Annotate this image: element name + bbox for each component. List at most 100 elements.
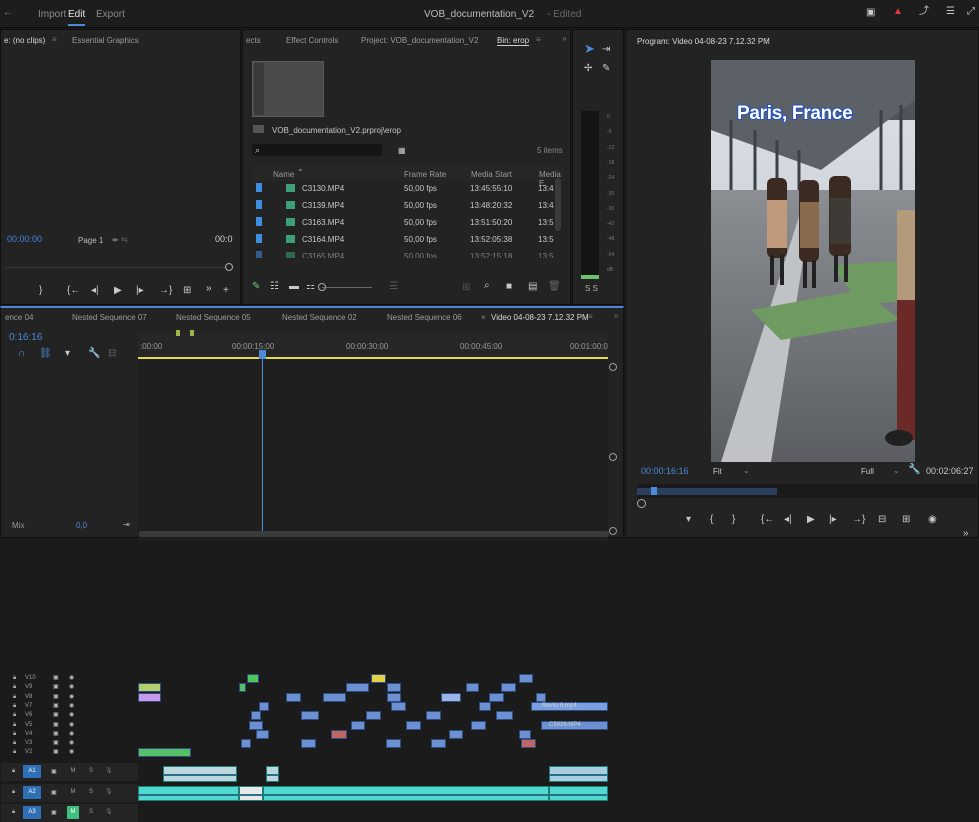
video-clip[interactable] bbox=[387, 692, 401, 702]
trash-icon[interactable]: 🗑 bbox=[548, 282, 561, 292]
audio-clip[interactable] bbox=[549, 766, 608, 782]
sync-lock-icon[interactable]: ▣ bbox=[53, 748, 59, 755]
audio-clip[interactable] bbox=[266, 766, 279, 782]
video-clip[interactable] bbox=[496, 711, 513, 721]
fit-dropdown[interactable]: Fit bbox=[713, 467, 722, 476]
video-track-header[interactable]: 🔒︎ V8 ▣ ◉ bbox=[1, 693, 138, 702]
panel-menu-icon[interactable]: ☰ bbox=[946, 7, 955, 17]
lock-icon[interactable]: 🔒︎ bbox=[13, 694, 16, 701]
mark-in-icon[interactable]: { bbox=[710, 515, 713, 525]
menu-import[interactable]: Import bbox=[38, 9, 66, 20]
time-ruler[interactable]: :00:00 00:00:15:00 00:00:30:00 00:00:45:… bbox=[138, 330, 608, 359]
video-clip[interactable] bbox=[521, 739, 536, 749]
tab-nested-07[interactable]: Nested Sequence 07 bbox=[72, 313, 147, 322]
expand-icon[interactable]: ⤢ bbox=[967, 7, 975, 17]
bin-row[interactable]: C3139.MP4 50,00 fps 13:48:20:32 13:4 bbox=[252, 197, 564, 213]
more-icon[interactable]: » bbox=[206, 284, 212, 294]
bin-row[interactable]: C3165.MP4 50,00 fps 13:52:15:18 13:5 bbox=[252, 248, 564, 258]
new-bin-icon[interactable]: ▦ bbox=[398, 146, 406, 156]
video-clip[interactable] bbox=[251, 711, 261, 721]
video-clip[interactable] bbox=[441, 692, 461, 702]
solo-button[interactable]: S bbox=[89, 789, 93, 795]
video-clip[interactable] bbox=[536, 692, 546, 702]
marker-1[interactable] bbox=[176, 330, 180, 336]
video-track-header[interactable]: 🔒︎ V2 ▣ ◉ bbox=[1, 748, 138, 757]
eye-icon[interactable]: ◉ bbox=[69, 739, 74, 746]
video-clip[interactable] bbox=[466, 683, 479, 693]
label-color-chip[interactable] bbox=[256, 251, 262, 258]
label-color-chip[interactable] bbox=[256, 217, 262, 226]
sync-lock-icon[interactable]: ▣ bbox=[51, 809, 57, 816]
eye-icon[interactable]: ◉ bbox=[69, 721, 74, 728]
video-clip[interactable] bbox=[386, 739, 401, 749]
video-track-header[interactable]: 🔒︎ V5 ▣ ◉ bbox=[1, 721, 138, 730]
tab-project[interactable]: Project: VOB_documentation_V2 bbox=[361, 36, 478, 45]
video-clip[interactable] bbox=[247, 674, 259, 683]
audio-clip[interactable] bbox=[549, 786, 608, 801]
video-clip[interactable] bbox=[519, 729, 531, 739]
track-target[interactable]: A1 bbox=[23, 765, 41, 778]
audio-track-header[interactable]: 🔒︎ A3 ▣ M S 🎙︎ bbox=[1, 804, 138, 822]
lock-icon[interactable]: 🔒︎ bbox=[13, 731, 16, 738]
timeline-timecode[interactable]: 0:16:16 bbox=[9, 332, 42, 343]
video-track-header[interactable]: 🔒︎ V6 ▣ ◉ bbox=[1, 711, 138, 720]
video-clip[interactable] bbox=[301, 739, 316, 749]
quality-dropdown[interactable]: Full bbox=[861, 467, 874, 476]
video-frame[interactable]: Paris, France bbox=[711, 60, 915, 462]
tab-source[interactable]: e: (no clips) bbox=[4, 36, 45, 45]
lock-icon[interactable]: 🔒︎ bbox=[13, 722, 16, 729]
goto-in-icon[interactable]: {← bbox=[67, 286, 80, 296]
v-zoom-handle-bottom[interactable] bbox=[609, 527, 617, 535]
video-clip[interactable] bbox=[241, 739, 251, 749]
selection-tool-icon[interactable]: ➤ bbox=[584, 42, 595, 55]
add-marker-timeline-icon[interactable]: ▾ bbox=[65, 349, 70, 359]
audio-clip[interactable] bbox=[239, 786, 263, 801]
step-forward-icon[interactable]: |▸ bbox=[136, 286, 144, 296]
mic-icon[interactable]: 🎙︎ bbox=[105, 808, 113, 815]
bin-scrollbar[interactable] bbox=[555, 178, 561, 231]
page-arrows-icon[interactable]: ◂▸ ⇆ bbox=[111, 235, 128, 244]
audio-clip[interactable] bbox=[138, 786, 239, 801]
video-track-header[interactable]: 🔒︎ V4 ▣ ◉ bbox=[1, 730, 138, 739]
settings-wrench-icon[interactable]: 🔧 bbox=[88, 349, 100, 359]
close-tab-icon[interactable]: × bbox=[481, 313, 486, 322]
mix-value[interactable]: 0,0 bbox=[76, 521, 87, 530]
sync-lock-icon[interactable]: ▣ bbox=[51, 789, 57, 796]
audio-clip[interactable] bbox=[263, 786, 549, 801]
lock-icon[interactable]: 🔒︎ bbox=[13, 703, 16, 710]
video-clip[interactable] bbox=[449, 729, 463, 739]
sort-asc-icon[interactable]: ⌃ bbox=[297, 168, 304, 177]
mic-icon[interactable]: 🎙︎ bbox=[105, 767, 113, 774]
fit-chevron-icon[interactable]: ⌄ bbox=[743, 466, 750, 475]
video-clip[interactable] bbox=[366, 711, 381, 721]
timeline-overflow-icon[interactable]: » bbox=[614, 311, 618, 320]
video-clip[interactable] bbox=[259, 701, 269, 711]
bin-row[interactable]: C3164.MP4 50,00 fps 13:52:05:38 13:5 bbox=[252, 231, 564, 247]
lock-icon[interactable]: 🔒︎ bbox=[13, 675, 16, 682]
label-color-chip[interactable] bbox=[256, 234, 262, 243]
step-back-icon-program[interactable]: ◂| bbox=[784, 515, 792, 525]
play-icon-program[interactable]: ▶ bbox=[807, 515, 815, 525]
zoom-slider-handle[interactable] bbox=[318, 283, 326, 291]
meter-solo[interactable]: S S bbox=[585, 284, 598, 293]
audio-track-header[interactable]: 🔒︎ A2 ▣ M S 🎙︎ bbox=[1, 784, 138, 802]
video-clip[interactable] bbox=[391, 701, 406, 711]
eye-icon[interactable]: ◉ bbox=[69, 702, 74, 709]
video-clip[interactable] bbox=[138, 748, 191, 758]
bin-menu-icon[interactable]: ≡ bbox=[536, 35, 541, 44]
quality-chevron-icon[interactable]: ⌄ bbox=[893, 466, 900, 475]
add-marker-icon[interactable]: ▾ bbox=[686, 515, 691, 525]
pen-tool-icon[interactable]: ✎ bbox=[602, 64, 610, 74]
mute-button[interactable]: M bbox=[67, 786, 79, 799]
video-track-header[interactable]: 🔒︎ V3 ▣ ◉ bbox=[1, 739, 138, 748]
col-frame-rate[interactable]: Frame Rate bbox=[404, 170, 446, 179]
zoom-slider[interactable] bbox=[322, 287, 372, 288]
tab-video-sequence[interactable]: Video 04-08-23 7.12.32 PM bbox=[491, 313, 589, 322]
video-clip[interactable] bbox=[249, 720, 263, 730]
tab-seq-04[interactable]: ence 04 bbox=[5, 313, 33, 322]
video-clip[interactable] bbox=[519, 674, 533, 683]
sync-lock-icon[interactable]: ▣ bbox=[53, 730, 59, 737]
tab-effects[interactable]: ects bbox=[246, 36, 261, 45]
eye-icon[interactable]: ◉ bbox=[69, 674, 74, 681]
program-scrubber[interactable] bbox=[637, 484, 977, 498]
